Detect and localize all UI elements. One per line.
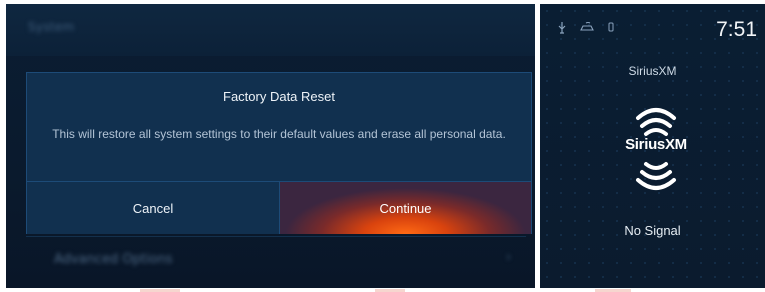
phone-icon: [608, 22, 614, 37]
audio-source-label: SiriusXM: [628, 64, 677, 78]
list-divider: [26, 236, 526, 237]
dialog-message: This will restore all system settings to…: [52, 127, 506, 141]
continue-button[interactable]: Continue: [280, 182, 531, 234]
clock: 7:51: [716, 18, 757, 41]
settings-header: System: [6, 4, 535, 56]
siriusxm-logo: SiriusXM: [612, 104, 700, 194]
status-icons: [558, 22, 614, 37]
signal-status: No Signal: [624, 223, 681, 238]
list-item-advanced-options[interactable]: Advanced Options: [54, 252, 173, 267]
main-panel: System Advanced Options › Factory Data R…: [6, 4, 535, 288]
chevron-right-icon: ›: [506, 250, 512, 265]
dialog-title: Factory Data Reset: [223, 89, 335, 104]
factory-reset-dialog: Factory Data Reset This will restore all…: [26, 72, 532, 234]
cancel-button[interactable]: Cancel: [27, 182, 280, 234]
audio-side-panel[interactable]: 7:51 SiriusXM SiriusXM No Signal: [540, 4, 765, 288]
usb-icon: [558, 22, 566, 37]
logo-wordmark: SiriusXM: [625, 136, 687, 153]
header-title: System: [28, 20, 75, 34]
dialog-button-row: Cancel Continue: [27, 181, 531, 234]
connected-car-icon: [580, 22, 594, 37]
infotainment-screen: System Advanced Options › Factory Data R…: [0, 0, 765, 292]
